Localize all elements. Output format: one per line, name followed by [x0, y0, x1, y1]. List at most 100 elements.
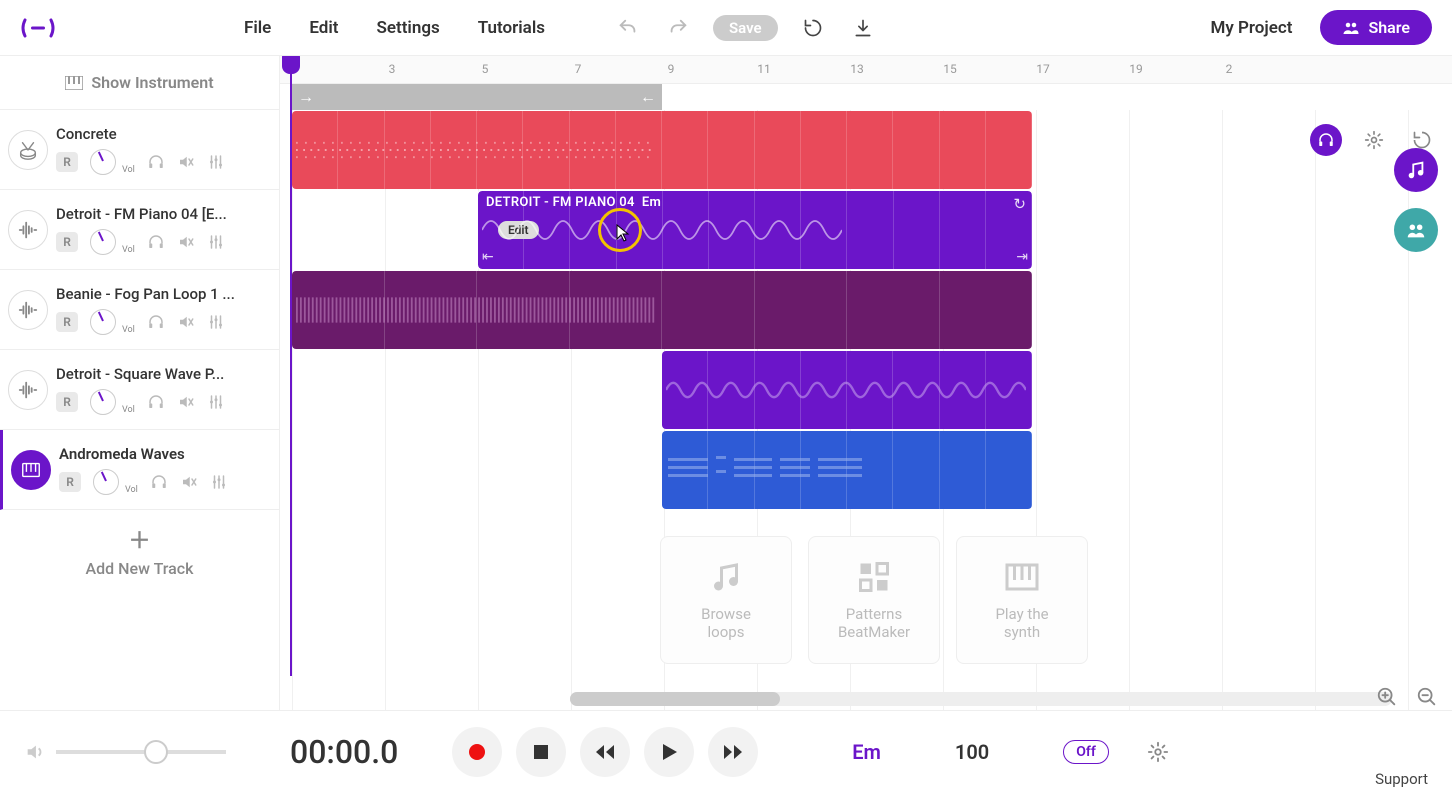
show-instrument-button[interactable]: Show Instrument — [0, 56, 279, 110]
fx-icon[interactable] — [207, 233, 225, 251]
rewind-button[interactable] — [580, 727, 630, 777]
track-row[interactable]: Detroit - FM Piano 04 [E... R Vol — [0, 190, 279, 270]
headphones-icon[interactable] — [147, 153, 165, 171]
track-row[interactable]: Andromeda Waves R Vol — [0, 430, 279, 510]
lane[interactable] — [280, 350, 1452, 430]
fx-icon[interactable] — [210, 473, 228, 491]
lane[interactable] — [280, 430, 1452, 510]
volume-knob[interactable] — [90, 149, 116, 175]
lane[interactable] — [280, 110, 1452, 190]
track-row[interactable]: Beanie - Fog Pan Loop 1 ... R Vol — [0, 270, 279, 350]
reload-icon[interactable] — [798, 13, 828, 43]
clip-label: DETROIT - FM PIANO 04 Em — [486, 195, 661, 210]
slider-handle[interactable] — [144, 740, 168, 764]
track-row[interactable]: Detroit - Square Wave P... R Vol — [0, 350, 279, 430]
record-button[interactable] — [452, 727, 502, 777]
ruler-mark: 11 — [757, 62, 771, 76]
gear-rail-icon[interactable] — [1358, 124, 1390, 156]
clip-drums[interactable] — [292, 111, 1032, 189]
headphones-icon[interactable] — [147, 393, 165, 411]
redo-button[interactable] — [663, 13, 693, 43]
tempo[interactable]: 100 — [955, 740, 989, 764]
record-arm-button[interactable]: R — [56, 232, 78, 252]
menu-file[interactable]: File — [244, 18, 271, 38]
fast-forward-button[interactable] — [708, 727, 758, 777]
mute-icon[interactable] — [177, 233, 195, 251]
volume-slider[interactable] — [56, 750, 226, 754]
grid-icon — [856, 559, 892, 595]
lane[interactable]: DETROIT - FM PIANO 04 Em Edit ↻ ⇤⇥ — [280, 190, 1452, 270]
mute-icon[interactable] — [180, 473, 198, 491]
playhead[interactable] — [290, 56, 292, 676]
clip-reload-icon[interactable]: ↻ — [1013, 195, 1026, 213]
add-track-button[interactable]: ＋ Add New Track — [0, 510, 279, 590]
save-button[interactable]: Save — [713, 15, 778, 41]
volume-knob[interactable] — [90, 229, 116, 255]
undo-button[interactable] — [613, 13, 643, 43]
clip-andromeda[interactable] — [662, 431, 1032, 509]
patterns-beatmaker-card[interactable]: PatternsBeatMaker — [808, 536, 940, 664]
record-arm-button[interactable]: R — [56, 312, 78, 332]
audio-icon — [8, 370, 48, 410]
volume-knob[interactable] — [90, 389, 116, 415]
record-arm-button[interactable]: R — [56, 152, 78, 172]
headphones-icon[interactable] — [147, 313, 165, 331]
share-label: Share — [1368, 18, 1410, 37]
play-synth-card[interactable]: Play thesynth — [956, 536, 1088, 664]
menu-edit[interactable]: Edit — [309, 18, 338, 38]
keyboard-icon — [1004, 559, 1040, 595]
mute-icon[interactable] — [177, 393, 195, 411]
zoom-out-icon[interactable] — [1416, 686, 1438, 708]
timecode[interactable]: 00:00.0 — [290, 733, 398, 771]
speaker-icon[interactable] — [24, 741, 46, 763]
fx-icon[interactable] — [207, 313, 225, 331]
support-link[interactable]: Support — [1375, 770, 1428, 788]
loop-range-bar[interactable]: → ← — [292, 84, 662, 110]
collab-button[interactable] — [1394, 208, 1438, 252]
library-button[interactable] — [1394, 148, 1438, 192]
download-icon[interactable] — [848, 13, 878, 43]
headphones-icon[interactable] — [150, 473, 168, 491]
fx-icon[interactable] — [207, 393, 225, 411]
menu-settings[interactable]: Settings — [376, 18, 439, 38]
mute-icon[interactable] — [177, 153, 195, 171]
mute-icon[interactable] — [177, 313, 195, 331]
volume-knob[interactable] — [93, 469, 119, 495]
browse-loops-card[interactable]: Browseloops — [660, 536, 792, 664]
track-controls: R Vol — [56, 149, 267, 175]
clip-fm-piano[interactable]: DETROIT - FM PIANO 04 Em Edit ↻ ⇤⇥ — [478, 191, 1032, 269]
clip-fog-pan[interactable] — [292, 271, 1032, 349]
zoom-in-icon[interactable] — [1376, 686, 1398, 708]
project-title[interactable]: My Project — [1210, 18, 1292, 38]
key-signature[interactable]: Em — [852, 740, 881, 764]
headphones-icon[interactable] — [147, 233, 165, 251]
topbar: File Edit Settings Tutorials Save My Pro… — [0, 0, 1452, 56]
headphones-rail-icon[interactable] — [1310, 124, 1342, 156]
clip-handles[interactable]: ⇤⇥ — [482, 249, 1028, 265]
record-arm-button[interactable]: R — [59, 472, 81, 492]
record-arm-button[interactable]: R — [56, 392, 78, 412]
waveform-icon — [666, 372, 1026, 408]
stop-button[interactable] — [516, 727, 566, 777]
track-row[interactable]: Concrete R Vol — [0, 110, 279, 190]
volume-knob[interactable] — [90, 309, 116, 335]
master-volume — [24, 741, 226, 763]
play-button[interactable] — [644, 727, 694, 777]
app-logo[interactable] — [20, 10, 56, 46]
waveform-icon — [296, 132, 656, 168]
metronome-toggle[interactable]: Off — [1063, 740, 1109, 764]
track-name: Detroit - Square Wave P... — [56, 365, 267, 383]
audio-icon — [8, 210, 48, 250]
transport-settings-icon[interactable] — [1147, 741, 1169, 763]
fx-icon[interactable] — [207, 153, 225, 171]
menu-tutorials[interactable]: Tutorials — [478, 18, 545, 38]
audio-icon — [8, 290, 48, 330]
lane[interactable] — [280, 270, 1452, 350]
share-button[interactable]: Share — [1320, 10, 1432, 45]
scrollbar-thumb[interactable] — [570, 692, 780, 706]
time-ruler[interactable]: 3 5 7 9 11 13 15 17 19 2 — [280, 56, 1452, 84]
synth-icon — [11, 450, 51, 490]
clip-square-wave[interactable] — [662, 351, 1032, 429]
horizontal-scrollbar[interactable] — [570, 692, 1392, 706]
add-track-label: Add New Track — [86, 559, 194, 578]
